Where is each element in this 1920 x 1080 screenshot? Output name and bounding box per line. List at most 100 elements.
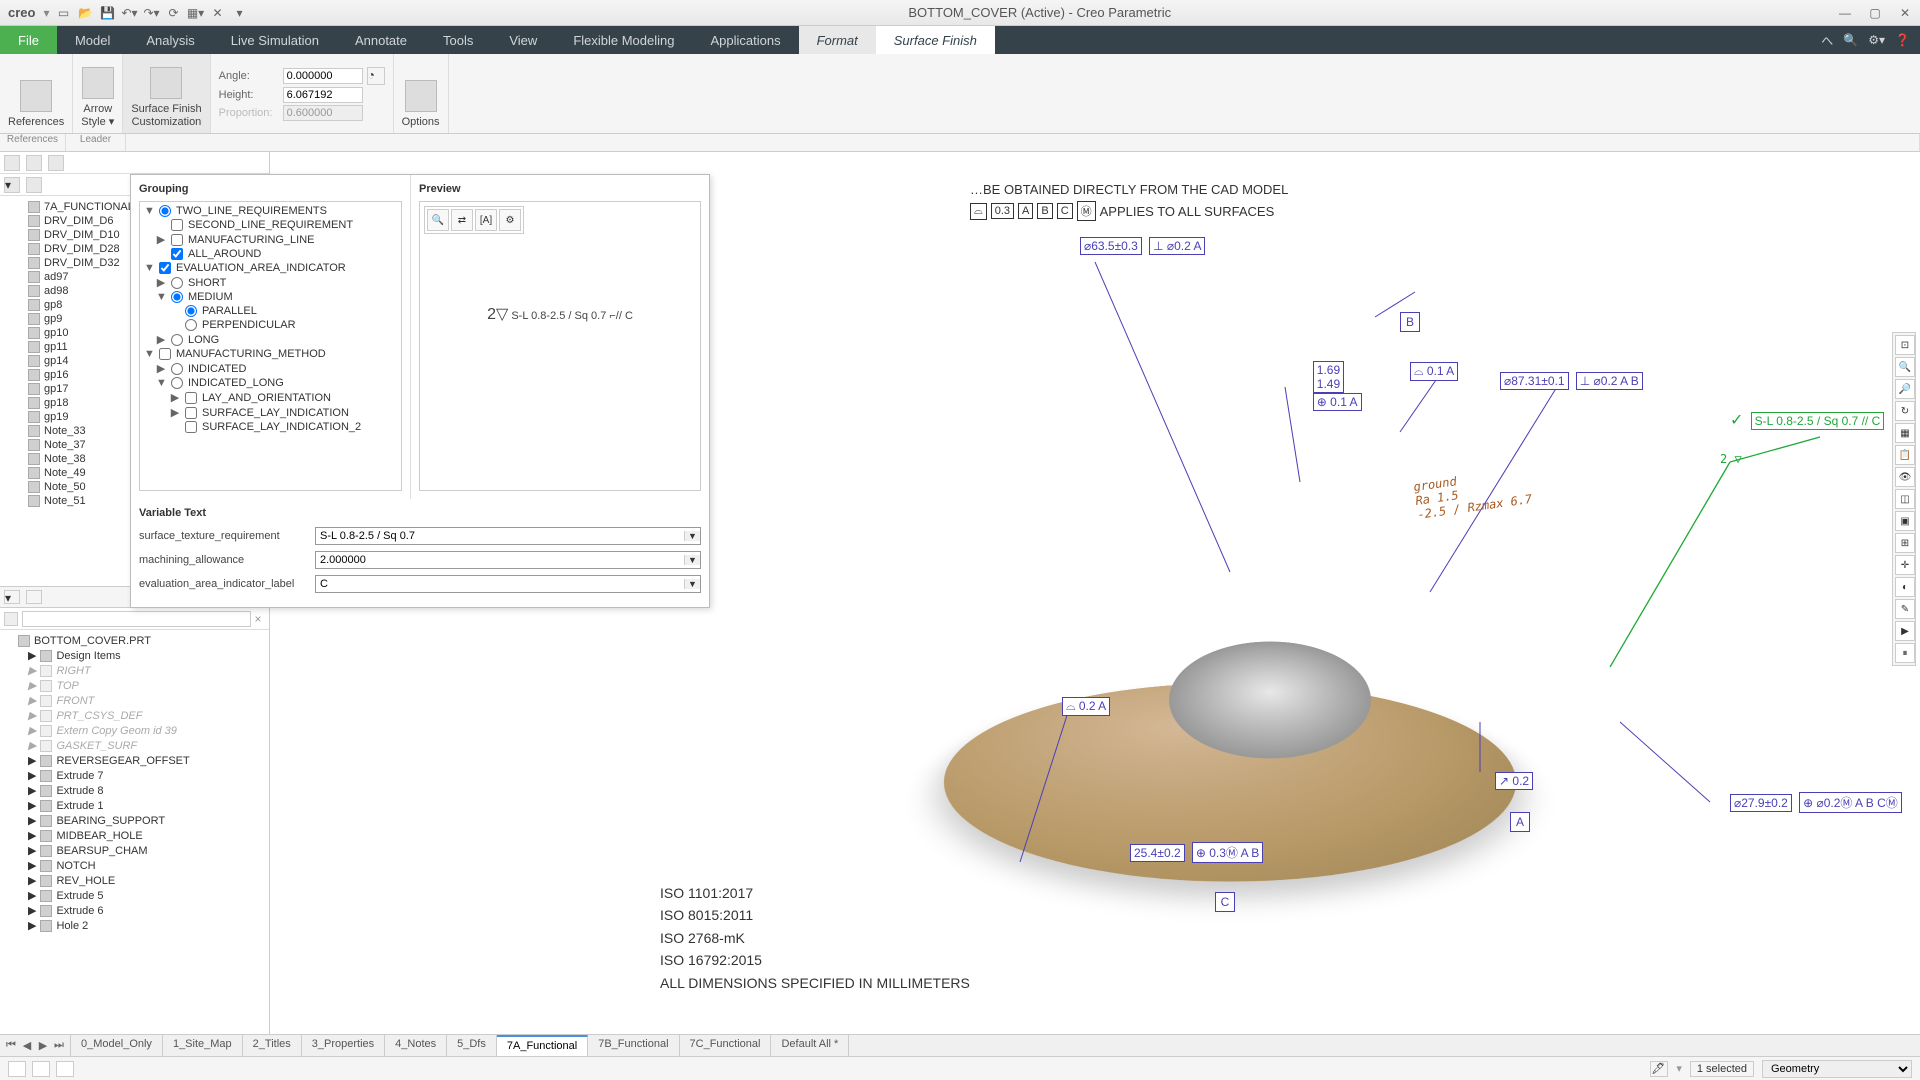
grouping-node[interactable]: ▼TWO_LINE_REQUIREMENTS bbox=[142, 204, 399, 218]
tree-node[interactable]: ▶Extern Copy Geom id 39 bbox=[0, 723, 269, 738]
snapshot-icon[interactable]: ✎ bbox=[1895, 599, 1915, 619]
tree-node[interactable]: ▶BEARING_SUPPORT bbox=[0, 813, 269, 828]
view-tab[interactable]: 7A_Functional bbox=[497, 1035, 588, 1056]
menu-analysis[interactable]: Analysis bbox=[128, 26, 212, 54]
tree-node[interactable]: ▶Hole 2 bbox=[0, 918, 269, 933]
ribbon-surface-finish-customization[interactable]: Surface Finish Customization bbox=[123, 54, 210, 133]
tab-next-icon[interactable]: ▶ bbox=[36, 1039, 50, 1052]
ribbon-arrow-style[interactable]: Arrow Style ▾ bbox=[73, 54, 123, 133]
sf-leader-2[interactable]: 2 ▽ bbox=[1720, 452, 1742, 466]
tree-node[interactable]: ▶RIGHT bbox=[0, 663, 269, 678]
spin-center-icon[interactable]: ✛ bbox=[1895, 555, 1915, 575]
tree-node[interactable]: ▶Extrude 5 bbox=[0, 888, 269, 903]
ribbon-options[interactable]: Options bbox=[394, 54, 449, 133]
tree-node[interactable]: ▶Design Items bbox=[0, 648, 269, 663]
view-manager-icon[interactable]: 👁 bbox=[1895, 467, 1915, 487]
grouping-node[interactable]: PARALLEL bbox=[142, 304, 399, 318]
tree-icon-2[interactable] bbox=[26, 155, 42, 171]
profile-02a-left[interactable]: ⌓ 0.2 A bbox=[1062, 697, 1110, 716]
tree-node[interactable]: ▶NOTCH bbox=[0, 858, 269, 873]
runout-02[interactable]: ↗ 0.2 bbox=[1495, 772, 1533, 790]
view-tab[interactable]: 5_Dfs bbox=[447, 1035, 497, 1056]
saved-views-icon[interactable]: 📋 bbox=[1895, 445, 1915, 465]
grouping-node[interactable]: ▼EVALUATION_AREA_INDICATOR bbox=[142, 261, 399, 275]
chevron-down-icon[interactable]: ▼ bbox=[684, 531, 700, 541]
qat-more-icon[interactable]: ▾ bbox=[230, 3, 250, 23]
datum-display-icon[interactable]: ▣ bbox=[1895, 511, 1915, 531]
dim-dia87[interactable]: ⌀87.31±0.1 ⊥ ⌀0.2 A B bbox=[1500, 372, 1643, 390]
height-input[interactable] bbox=[283, 87, 363, 103]
settings-icon[interactable]: ⚙▾ bbox=[1868, 33, 1885, 47]
datum-c[interactable]: C bbox=[1215, 892, 1235, 912]
grouping-node[interactable]: SURFACE_LAY_INDICATION_2 bbox=[142, 420, 399, 434]
tree-icon-1[interactable] bbox=[4, 155, 20, 171]
tree-node[interactable]: ▶REV_HOLE bbox=[0, 873, 269, 888]
datum-a[interactable]: A bbox=[1510, 812, 1530, 832]
chevron-down-icon[interactable]: ▼ bbox=[684, 555, 700, 565]
grouping-node[interactable]: ▶LAY_AND_ORIENTATION bbox=[142, 390, 399, 405]
var-eail-input[interactable] bbox=[316, 576, 684, 592]
grouping-node[interactable]: ▼INDICATED_LONG bbox=[142, 376, 399, 390]
dim-dia63[interactable]: ⌀63.5±0.3 ⊥ ⌀0.2 A bbox=[1080, 237, 1205, 255]
angle-input[interactable] bbox=[283, 68, 363, 84]
save-icon[interactable]: 💾 bbox=[98, 3, 118, 23]
tree-node[interactable]: ▶REVERSEGEAR_OFFSET bbox=[0, 753, 269, 768]
grouping-node[interactable]: ▼MANUFACTURING_METHOD bbox=[142, 347, 399, 361]
view-tab[interactable]: 4_Notes bbox=[385, 1035, 447, 1056]
tree-tool-1[interactable]: ▾ bbox=[4, 590, 20, 604]
profile-01a[interactable]: ⌓ 0.1 A bbox=[1410, 362, 1458, 381]
regen-icon[interactable]: ⟳ bbox=[164, 3, 184, 23]
maximize-icon[interactable]: ▢ bbox=[1860, 6, 1890, 20]
close-icon[interactable]: ✕ bbox=[1890, 6, 1920, 20]
zoom-out-icon[interactable]: 🔎 bbox=[1895, 379, 1915, 399]
undo-icon[interactable]: ↶▾ bbox=[120, 3, 140, 23]
view-tab[interactable]: Default All * bbox=[771, 1035, 849, 1056]
section-icon[interactable]: ◐ bbox=[1895, 577, 1915, 597]
redo-icon[interactable]: ↷▾ bbox=[142, 3, 162, 23]
status-filter-icon[interactable]: 🖋 bbox=[1650, 1061, 1668, 1077]
grouping-node[interactable]: ▶INDICATED bbox=[142, 361, 399, 376]
grouping-node[interactable]: PERPENDICULAR bbox=[142, 318, 399, 332]
display-style-icon[interactable]: ▦ bbox=[1895, 423, 1915, 443]
grouping-node[interactable]: ▶LONG bbox=[142, 332, 399, 347]
grouping-node[interactable]: ALL_AROUND bbox=[142, 247, 399, 261]
var-str-input[interactable] bbox=[316, 528, 684, 544]
tree-node[interactable]: ▶Extrude 1 bbox=[0, 798, 269, 813]
menu-annotate[interactable]: Annotate bbox=[337, 26, 425, 54]
menu-live-simulation[interactable]: Live Simulation bbox=[213, 26, 337, 54]
view-tab[interactable]: 2_Titles bbox=[243, 1035, 302, 1056]
grouping-node[interactable]: SECOND_LINE_REQUIREMENT bbox=[142, 218, 399, 232]
tree-node[interactable]: ▶Extrude 7 bbox=[0, 768, 269, 783]
view-tab[interactable]: 0_Model_Only bbox=[71, 1035, 163, 1056]
tree-tool-2[interactable] bbox=[26, 590, 42, 604]
menu-model[interactable]: Model bbox=[57, 26, 128, 54]
status-icon-1[interactable] bbox=[8, 1061, 26, 1077]
tab-last-icon[interactable]: ⏭ bbox=[52, 1039, 66, 1052]
preview-mirror-icon[interactable]: ⇄ bbox=[451, 209, 473, 231]
tree-node[interactable]: ▶BEARSUP_CHAM bbox=[0, 843, 269, 858]
tree-node[interactable]: ▶GASKET_SURF bbox=[0, 738, 269, 753]
tab-prev-icon[interactable]: ◀ bbox=[20, 1039, 34, 1052]
play-icon[interactable]: ▶ bbox=[1895, 621, 1915, 641]
grouping-node[interactable]: ▶SHORT bbox=[142, 275, 399, 290]
view-tab[interactable]: 1_Site_Map bbox=[163, 1035, 243, 1056]
help-icon[interactable]: ❓ bbox=[1895, 33, 1910, 47]
menu-flexible-modeling[interactable]: Flexible Modeling bbox=[555, 26, 692, 54]
selection-filter-combo[interactable]: Geometry bbox=[1762, 1060, 1912, 1078]
tree-filter-input[interactable] bbox=[22, 611, 251, 627]
status-icon-3[interactable] bbox=[56, 1061, 74, 1077]
new-icon[interactable]: ▭ bbox=[54, 3, 74, 23]
close-win-icon[interactable]: ✕ bbox=[208, 3, 228, 23]
view-tab[interactable]: 3_Properties bbox=[302, 1035, 385, 1056]
menu-tools[interactable]: Tools bbox=[425, 26, 491, 54]
preview-zoom-fit-icon[interactable]: 🔍 bbox=[427, 209, 449, 231]
perspective-icon[interactable]: ◫ bbox=[1895, 489, 1915, 509]
open-icon[interactable]: 📂 bbox=[76, 3, 96, 23]
tree-node[interactable]: ▶PRT_CSYS_DEF bbox=[0, 708, 269, 723]
funnel-icon[interactable] bbox=[4, 612, 18, 626]
tree-node[interactable]: ▶MIDBEAR_HOLE bbox=[0, 828, 269, 843]
menu-format[interactable]: Format bbox=[799, 26, 876, 54]
search-icon[interactable]: 🔍 bbox=[1843, 33, 1858, 47]
angle-gauge-icon[interactable]: ◔ bbox=[367, 67, 385, 85]
model-tree[interactable]: BOTTOM_COVER.PRT▶Design Items▶RIGHT▶TOP▶… bbox=[0, 630, 269, 1034]
